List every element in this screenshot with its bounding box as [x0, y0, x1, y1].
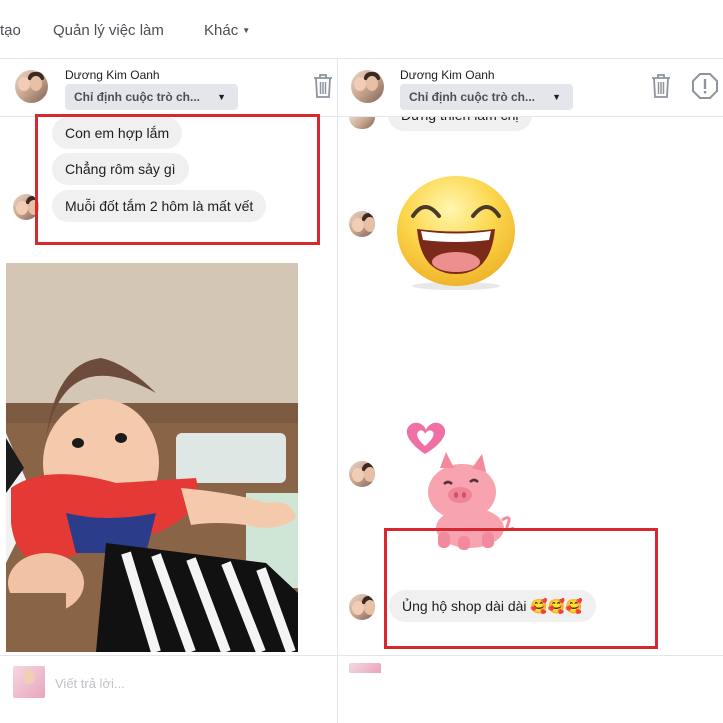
composer-divider [0, 655, 723, 656]
sender-avatar [349, 117, 375, 129]
nav-divider [0, 58, 723, 59]
sender-avatar [349, 461, 375, 487]
laughing-emoji-sticker [397, 176, 515, 290]
top-navigation: tạo Quản lý việc làm Khác ▼ [0, 0, 723, 58]
dropdown-caret-icon: ▼ [217, 92, 226, 102]
dropdown-caret-icon: ▼ [552, 92, 561, 102]
sender-avatar[interactable] [15, 70, 48, 103]
highlight-box [384, 528, 658, 649]
sender-avatar [349, 211, 375, 237]
sender-avatar[interactable] [351, 70, 384, 103]
nav-item-more-label: Khác [204, 22, 239, 39]
trash-icon[interactable] [650, 73, 672, 99]
highlight-box [35, 114, 320, 245]
report-icon[interactable] [691, 72, 719, 100]
nav-item-more[interactable]: Khác ▼ [204, 22, 250, 39]
assign-label: Chỉ định cuộc trò ch... [409, 90, 535, 104]
baby-photo[interactable] [6, 263, 298, 652]
panel-divider [337, 58, 338, 723]
my-avatar [13, 666, 45, 698]
sender-name[interactable]: Dương Kim Oanh [65, 68, 160, 82]
baby-photo-image [6, 263, 298, 652]
assign-label: Chỉ định cuộc trò ch... [74, 90, 200, 104]
trash-icon[interactable] [312, 73, 334, 99]
assign-conversation-dropdown[interactable]: Chỉ định cuộc trò ch... ▼ [400, 84, 573, 110]
assign-conversation-dropdown[interactable]: Chỉ định cuộc trò ch... ▼ [65, 84, 238, 110]
sender-name[interactable]: Dương Kim Oanh [400, 68, 495, 82]
clipped-message: Đừng thiên lâm chị [388, 117, 542, 131]
nav-item-jobs[interactable]: Quản lý việc làm [53, 22, 164, 39]
my-avatar [349, 663, 381, 673]
message-bubble: Đừng thiên lâm chị [388, 117, 532, 131]
sender-avatar [349, 594, 375, 620]
dropdown-caret-icon: ▼ [242, 26, 251, 35]
reply-input[interactable]: Viết trả lời... [55, 676, 125, 691]
nav-item-partial[interactable]: tạo [0, 22, 21, 39]
